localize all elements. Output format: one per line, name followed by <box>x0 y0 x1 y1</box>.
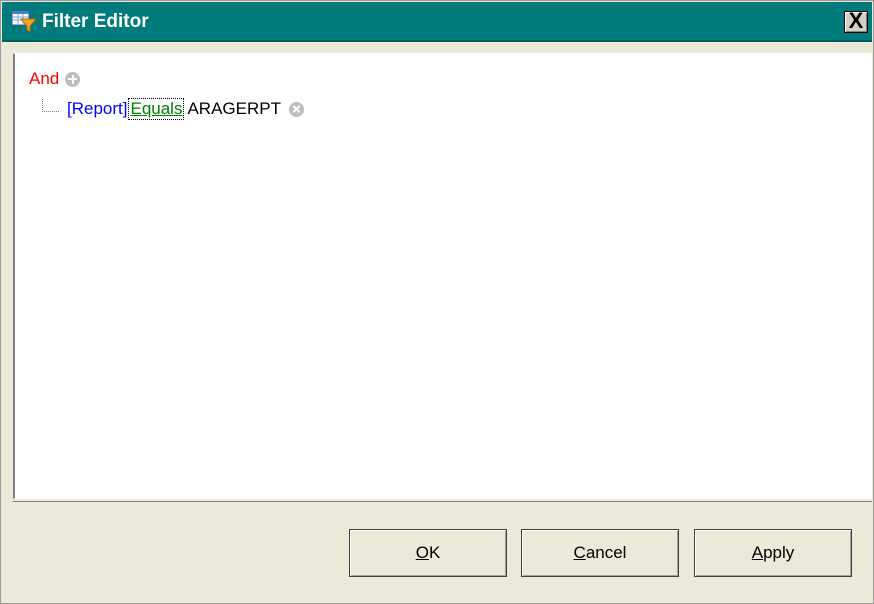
condition-value[interactable]: ARAGERPT <box>187 99 281 119</box>
plus-circle-icon[interactable] <box>65 71 81 87</box>
condition-operator[interactable]: Equals <box>128 98 185 120</box>
filter-editor-icon <box>11 10 37 33</box>
cancel-button-label: ancel <box>585 543 627 562</box>
filter-editor-window: Filter Editor X And [Report] Equals ARAG… <box>0 0 874 604</box>
ok-button-label: K <box>428 543 441 562</box>
apply-button-label: pply <box>763 543 795 562</box>
cancel-button-mnemonic: C <box>573 543 586 562</box>
window-title: Filter Editor <box>42 11 149 32</box>
remove-circle-icon[interactable] <box>289 101 304 117</box>
cancel-button[interactable]: Cancel <box>521 529 679 577</box>
title-bar[interactable]: Filter Editor X <box>2 2 872 42</box>
ok-button[interactable]: OK <box>349 529 507 577</box>
apply-button[interactable]: Apply <box>694 529 852 577</box>
condition-field[interactable]: [Report] <box>67 99 127 119</box>
tree-connector <box>42 99 59 112</box>
filter-group: And <box>29 68 81 90</box>
group-operator[interactable]: And <box>29 69 59 89</box>
close-button[interactable]: X <box>844 10 868 33</box>
footer-divider <box>13 501 872 502</box>
filter-condition: [Report] Equals ARAGERPT <box>67 97 304 121</box>
filter-tree[interactable]: And [Report] Equals ARAGERPT <box>13 53 872 499</box>
apply-button-mnemonic: A <box>751 543 764 562</box>
ok-button-mnemonic: O <box>415 543 429 562</box>
